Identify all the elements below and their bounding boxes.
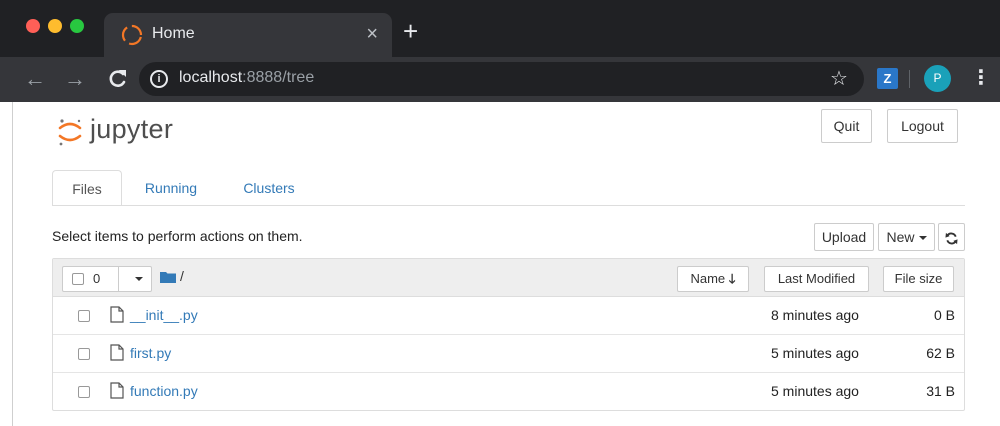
- refresh-icon: [945, 232, 958, 245]
- chevron-down-icon[interactable]: [135, 277, 143, 281]
- file-icon: [110, 344, 124, 361]
- file-name-link[interactable]: __init__.py: [130, 307, 198, 323]
- select-items-message: Select items to perform actions on them.: [52, 228, 303, 244]
- site-info-icon[interactable]: i: [150, 70, 168, 88]
- sort-down-arrow-icon: 🡓: [728, 271, 736, 286]
- file-row[interactable]: __init__.py 8 minutes ago 0 B: [53, 297, 964, 335]
- page-left-edge: [12, 102, 13, 426]
- more-menu-icon[interactable]: ⋮: [971, 65, 991, 91]
- address-bar[interactable]: i localhost:8888/tree ☆: [139, 62, 864, 96]
- file-last-modified: 5 minutes ago: [771, 383, 859, 399]
- selected-count: 0: [93, 271, 101, 286]
- logout-button[interactable]: Logout: [887, 109, 958, 143]
- file-size: 62 B: [926, 345, 955, 361]
- select-all-dropdown[interactable]: 0: [62, 266, 152, 292]
- tab-clusters[interactable]: Clusters: [224, 170, 314, 206]
- file-row[interactable]: function.py 5 minutes ago 31 B: [53, 373, 964, 411]
- file-icon: [110, 306, 124, 323]
- file-list: 0 / Name 🡓 Last Modified File size __ini…: [52, 258, 965, 411]
- name-column-label: Name: [690, 271, 726, 286]
- select-split-divider: [118, 267, 119, 291]
- reload-icon[interactable]: [105, 65, 129, 93]
- upload-button[interactable]: Upload: [814, 223, 874, 251]
- file-row[interactable]: first.py 5 minutes ago 62 B: [53, 335, 964, 373]
- file-row-checkbox[interactable]: [78, 386, 90, 398]
- browser-tab-strip: Home × +: [0, 0, 1000, 57]
- jupyter-favicon-icon: [121, 24, 143, 46]
- new-label: New: [886, 229, 915, 245]
- file-last-modified: 5 minutes ago: [771, 345, 859, 361]
- chevron-down-icon: [918, 236, 927, 241]
- tab-running[interactable]: Running: [126, 170, 216, 206]
- file-size: 31 B: [926, 383, 955, 399]
- jupyter-page: jupyter Quit Logout Files Running Cluste…: [0, 102, 1000, 426]
- tabs-divider: [52, 205, 965, 206]
- back-arrow-icon[interactable]: ←: [24, 63, 46, 95]
- file-name-link[interactable]: function.py: [130, 383, 198, 399]
- file-row-checkbox[interactable]: [78, 348, 90, 360]
- close-window-button[interactable]: [26, 19, 40, 33]
- profile-avatar[interactable]: P: [924, 65, 951, 92]
- file-list-header: 0 / Name 🡓 Last Modified File size: [53, 259, 964, 297]
- refresh-button[interactable]: [938, 223, 965, 251]
- new-tab-button[interactable]: +: [403, 18, 418, 44]
- file-size: 0 B: [933, 307, 955, 323]
- file-icon: [110, 382, 124, 399]
- file-row-checkbox[interactable]: [78, 310, 90, 322]
- breadcrumb-root[interactable]: /: [180, 268, 184, 284]
- close-tab-icon[interactable]: ×: [366, 22, 378, 46]
- sort-by-file-size-button[interactable]: File size: [883, 266, 954, 292]
- tab-files[interactable]: Files: [52, 170, 122, 206]
- forward-arrow-icon[interactable]: →: [64, 63, 86, 95]
- select-all-checkbox[interactable]: [72, 273, 84, 285]
- browser-toolbar: ← → i localhost:8888/tree ☆ Z P ⋮: [0, 57, 1000, 102]
- file-name-link[interactable]: first.py: [130, 345, 171, 361]
- maximize-window-button[interactable]: [70, 19, 84, 33]
- file-last-modified: 8 minutes ago: [771, 307, 859, 323]
- browser-tab-home[interactable]: Home ×: [104, 13, 392, 57]
- quit-button[interactable]: Quit: [821, 109, 872, 143]
- toolbar-divider: [909, 70, 910, 88]
- new-dropdown-button[interactable]: New: [878, 223, 935, 251]
- sort-by-last-modified-button[interactable]: Last Modified: [764, 266, 869, 292]
- minimize-window-button[interactable]: [48, 19, 62, 33]
- jupyter-logo-text: jupyter: [90, 114, 174, 144]
- jupyter-logo[interactable]: jupyter: [55, 114, 205, 146]
- sort-by-name-button[interactable]: Name 🡓: [677, 266, 749, 292]
- browser-tab-title: Home: [152, 25, 195, 42]
- bookmark-star-icon[interactable]: ☆: [830, 66, 848, 91]
- extension-z-icon[interactable]: Z: [877, 68, 898, 89]
- url-text[interactable]: localhost:8888/tree: [179, 69, 314, 87]
- folder-icon[interactable]: [160, 271, 176, 283]
- jupyter-logo-icon: [58, 119, 82, 146]
